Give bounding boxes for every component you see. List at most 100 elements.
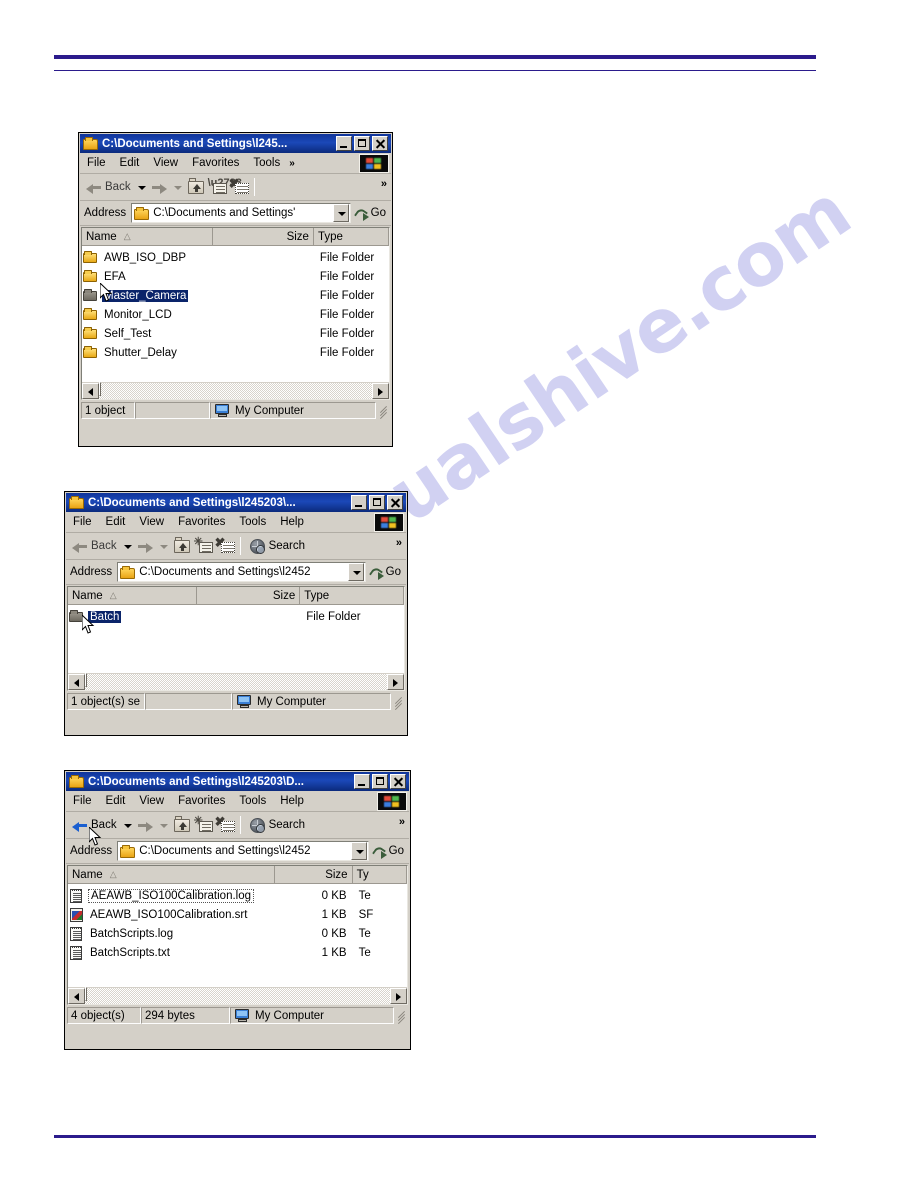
column-header-size[interactable]: Size (197, 587, 301, 605)
explorer-window-3[interactable]: C:\Documents and Settings\l245203\D... F… (64, 770, 411, 1050)
forward-history-dropdown[interactable] (159, 542, 168, 551)
table-row[interactable]: AEAWB_ISO100Calibration.srt 1 KB SF (68, 905, 407, 924)
menu-file[interactable]: File (66, 515, 99, 529)
scrollbar-thumb[interactable] (99, 382, 101, 396)
scroll-right-button[interactable] (387, 674, 404, 690)
scrollbar-track[interactable] (85, 987, 390, 1004)
address-dropdown-button[interactable] (347, 563, 364, 581)
table-row[interactable]: BatchScripts.txt 1 KB Te (68, 943, 407, 962)
menu-tools[interactable]: Tools (246, 156, 287, 170)
back-button[interactable]: Back (69, 814, 120, 837)
horizontal-scrollbar[interactable] (82, 382, 389, 399)
menu-favorites[interactable]: Favorites (185, 156, 246, 170)
table-row[interactable]: Self_Test File Folder (82, 324, 389, 343)
window-3-listview[interactable]: Name △ Size Ty AEAWB_ISO100Calibration.l… (67, 865, 408, 1005)
window-3-titlebar[interactable]: C:\Documents and Settings\l245203\D... (66, 772, 409, 791)
go-button[interactable]: Go (369, 845, 409, 859)
toolbar-overflow-chevron[interactable]: » (399, 816, 405, 828)
window-2-toolbar[interactable]: Back ✳ ✖ Search (66, 533, 406, 560)
forward-button[interactable] (135, 535, 156, 558)
scroll-left-button[interactable] (82, 383, 99, 399)
table-row-selected[interactable]: Master_Camera File Folder (82, 286, 389, 305)
menu-edit[interactable]: Edit (99, 794, 133, 808)
menu-favorites[interactable]: Favorites (171, 794, 232, 808)
new-folder-icon[interactable]: ✳ (193, 815, 215, 836)
search-button[interactable]: Search (244, 535, 308, 558)
up-folder-icon[interactable] (185, 177, 207, 198)
address-dropdown-button[interactable] (332, 204, 349, 222)
column-header-type[interactable]: Type (300, 587, 404, 605)
search-button[interactable]: Search (244, 814, 308, 837)
column-header-name[interactable]: Name △ (82, 228, 213, 246)
toolbar-overflow-chevron[interactable]: » (381, 178, 387, 190)
table-row[interactable]: EFA File Folder (82, 267, 389, 286)
table-row[interactable]: Monitor_LCD File Folder (82, 305, 389, 324)
scroll-left-button[interactable] (68, 674, 85, 690)
menu-edit[interactable]: Edit (99, 515, 133, 529)
menu-file[interactable]: File (66, 794, 99, 808)
back-button[interactable]: Back (83, 176, 134, 199)
column-header-row[interactable]: Name △ Size Type (82, 228, 389, 246)
scroll-left-button[interactable] (68, 988, 85, 1004)
menu-help[interactable]: Help (273, 515, 311, 529)
resize-grip[interactable] (376, 402, 390, 420)
toolbar-overflow-chevron[interactable]: » (396, 537, 402, 549)
address-input[interactable]: C:\Documents and Settings\l2452 (117, 562, 366, 582)
horizontal-scrollbar[interactable] (68, 987, 407, 1004)
menu-tools[interactable]: Tools (232, 515, 273, 529)
window-1-toolbar[interactable]: Back \u2733 ✖ » (80, 174, 391, 201)
minimize-button[interactable] (351, 495, 367, 510)
column-header-size[interactable]: Size (275, 866, 353, 884)
forward-history-dropdown[interactable] (159, 821, 168, 830)
go-button[interactable]: Go (366, 566, 406, 580)
close-button[interactable] (372, 136, 388, 151)
table-row[interactable]: BatchScripts.log 0 KB Te (68, 924, 407, 943)
new-folder-icon[interactable]: \u2733 (207, 177, 242, 198)
resize-grip[interactable] (394, 1007, 408, 1025)
window-2-titlebar[interactable]: C:\Documents and Settings\l245203\... (66, 493, 406, 512)
menu-help[interactable]: Help (273, 794, 311, 808)
column-header-type[interactable]: Type (313, 228, 389, 246)
menu-edit[interactable]: Edit (113, 156, 147, 170)
resize-grip[interactable] (391, 693, 405, 711)
column-header-type[interactable]: Ty (352, 866, 407, 884)
back-history-dropdown[interactable] (123, 821, 132, 830)
new-folder-icon[interactable]: ✳ (193, 536, 215, 557)
up-folder-icon[interactable] (171, 815, 193, 836)
window-3-addressbar[interactable]: Address C:\Documents and Settings\l2452 … (66, 839, 409, 864)
forward-history-dropdown[interactable] (173, 183, 182, 192)
window-2-addressbar[interactable]: Address C:\Documents and Settings\l2452 … (66, 560, 406, 585)
column-header-row[interactable]: Name △ Size Type (68, 587, 404, 605)
window-3-toolbar[interactable]: Back ✳ ✖ Search (66, 812, 409, 846)
back-history-dropdown[interactable] (137, 183, 146, 192)
table-row[interactable]: Shutter_Delay File Folder (82, 343, 389, 362)
views-icon[interactable]: ✖ (215, 536, 237, 557)
menu-file[interactable]: File (80, 156, 113, 170)
scroll-right-button[interactable] (390, 988, 407, 1004)
views-icon[interactable]: ✖ (215, 815, 237, 836)
maximize-button[interactable] (354, 136, 370, 151)
column-header-name[interactable]: Name △ (68, 866, 276, 884)
window-1-addressbar[interactable]: Address C:\Documents and Settings' Go (80, 201, 391, 226)
window-2-listview[interactable]: Name △ Size Type Batch File Folder (67, 586, 405, 691)
close-button[interactable] (390, 774, 406, 789)
close-button[interactable] (387, 495, 403, 510)
table-row-selected[interactable]: Batch File Folder (68, 607, 404, 626)
table-row-focused[interactable]: AEAWB_ISO100Calibration.log 0 KB Te (68, 886, 407, 905)
menu-overflow-chevron[interactable]: » (289, 158, 295, 169)
column-header-row[interactable]: Name △ Size Ty (68, 866, 407, 884)
scrollbar-track[interactable] (99, 382, 372, 399)
menu-favorites[interactable]: Favorites (171, 515, 232, 529)
go-button[interactable]: Go (351, 207, 391, 221)
menu-view[interactable]: View (146, 156, 185, 170)
address-input[interactable]: C:\Documents and Settings\l2452 (117, 841, 369, 861)
horizontal-scrollbar[interactable] (68, 673, 404, 690)
menu-view[interactable]: View (132, 794, 171, 808)
window-1-listview[interactable]: Name △ Size Type AWB_ISO_DBP File Folder (81, 227, 390, 400)
forward-button[interactable] (149, 176, 170, 199)
scroll-right-button[interactable] (372, 383, 389, 399)
scrollbar-thumb[interactable] (85, 673, 87, 687)
column-header-name[interactable]: Name △ (68, 587, 198, 605)
up-folder-icon[interactable] (171, 536, 193, 557)
scrollbar-thumb[interactable] (85, 987, 87, 1001)
